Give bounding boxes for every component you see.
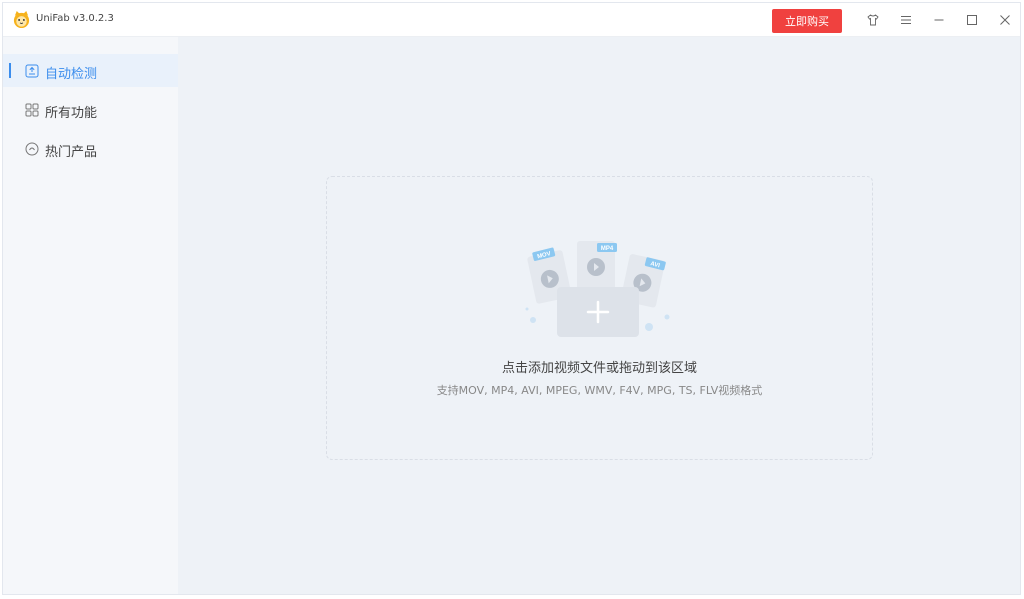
add-video-illustration-icon: MOV MP4 AVI [525, 241, 670, 337]
drop-zone-subtitle: 支持MOV, MP4, AVI, MPEG, WMV, F4V, MPG, TS… [436, 384, 763, 397]
buy-now-button[interactable]: 立即购买 [772, 9, 842, 33]
sidebar-item-auto-detect[interactable]: 自动检测 [3, 54, 178, 87]
sidebar-item-label: 所有功能 [45, 106, 98, 121]
title-bar[interactable]: UniFab v3.0.2.3 立即购买 [3, 3, 1020, 37]
active-indicator [9, 63, 11, 78]
close-icon[interactable] [996, 11, 1014, 29]
sidebar-item-label: 热门产品 [45, 145, 98, 160]
main-panel: MOV MP4 AVI 点击添加视频文件或拖动到该区域 支持MOV, MP4, … [178, 37, 1020, 594]
file-badge-mp4: MP4 [601, 246, 614, 252]
app-window: UniFab v3.0.2.3 立即购买 自动检测 所有功能 热门产品 MOV … [2, 2, 1021, 595]
sidebar-item-all-features[interactable]: 所有功能 [3, 93, 178, 126]
unifab-logo-icon [13, 10, 30, 29]
maximize-icon[interactable] [963, 11, 981, 29]
menu-icon[interactable] [897, 11, 915, 29]
app-title: UniFab v3.0.2.3 [36, 13, 114, 24]
grid-icon [25, 103, 39, 117]
sidebar-item-hot-products[interactable]: 热门产品 [3, 132, 178, 165]
minimize-icon[interactable] [930, 11, 948, 29]
sidebar-item-label: 自动检测 [45, 67, 98, 82]
shirt-icon[interactable] [864, 11, 882, 29]
hot-icon [25, 142, 39, 156]
sidebar: 自动检测 所有功能 热门产品 [3, 37, 178, 594]
auto-detect-icon [25, 64, 39, 78]
drop-zone-title: 点击添加视频文件或拖动到该区域 [501, 361, 697, 376]
file-drop-zone[interactable]: MOV MP4 AVI 点击添加视频文件或拖动到该区域 支持MOV, MP4, … [326, 176, 873, 460]
